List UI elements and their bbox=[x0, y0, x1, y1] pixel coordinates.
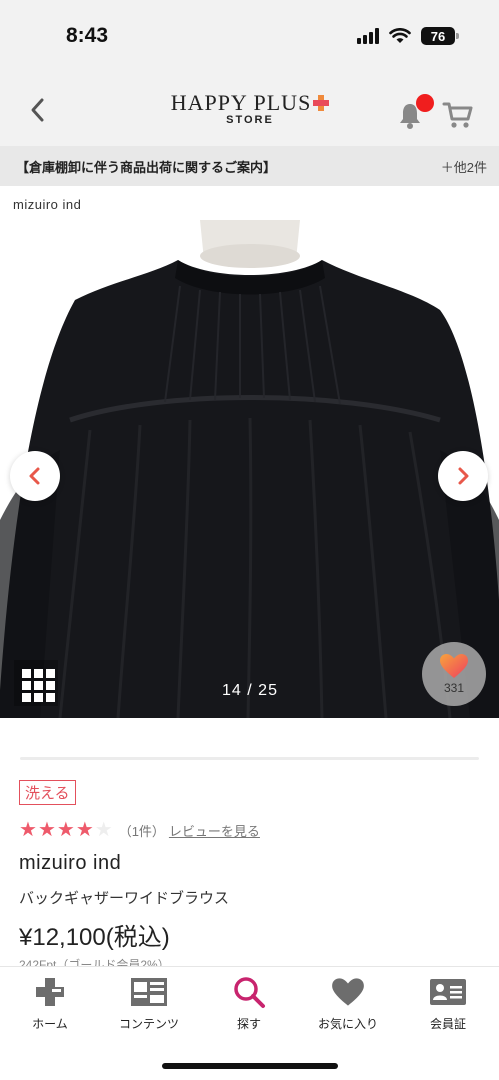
review-count: （1件） bbox=[118, 823, 165, 839]
status-icons: 76 bbox=[357, 27, 459, 45]
tab-favorites[interactable]: お気に入り bbox=[303, 975, 393, 1032]
chevron-left-icon bbox=[29, 467, 40, 485]
bottom-tab-bar: ホーム コンテンツ 探す お気に入り 会員証 bbox=[0, 966, 499, 1080]
star-filled-icon: ★ bbox=[75, 819, 94, 841]
status-bar: 8:43 76 bbox=[0, 0, 499, 76]
image-next-button[interactable] bbox=[438, 451, 488, 501]
store-logo[interactable]: HAPPY PLUS STORE bbox=[170, 90, 330, 126]
notice-more-link[interactable]: ＋他2件 bbox=[441, 157, 487, 176]
star-empty-icon: ★ bbox=[94, 819, 113, 841]
tab-member-card-label: 会員証 bbox=[429, 1017, 466, 1031]
favorite-count: 331 bbox=[443, 681, 465, 695]
app-header: HAPPY PLUS STORE bbox=[0, 76, 499, 146]
tab-home-label: ホーム bbox=[32, 1017, 68, 1031]
price: ¥12,100(税込) bbox=[19, 924, 170, 951]
home-indicator bbox=[162, 1063, 338, 1069]
cellular-signal-icon bbox=[357, 28, 379, 44]
logo-main-text: HAPPY PLUS bbox=[170, 90, 312, 115]
favorite-button[interactable]: 331 bbox=[422, 642, 486, 706]
notice-text: 【倉庫棚卸に伴う商品出荷に関するご案内】 bbox=[16, 159, 277, 175]
blouse-photo bbox=[0, 220, 499, 718]
search-icon bbox=[229, 975, 269, 1009]
notification-dot bbox=[416, 94, 434, 112]
tab-search-label: 探す bbox=[236, 1017, 261, 1031]
notice-banner[interactable]: 【倉庫棚卸に伴う商品出荷に関するご案内】 ＋他2件 bbox=[0, 146, 499, 186]
wifi-icon bbox=[389, 28, 411, 43]
tab-contents[interactable]: コンテンツ bbox=[104, 975, 194, 1032]
rating-stars: ★ ★ ★ ★ ★ bbox=[19, 820, 113, 840]
status-time: 8:43 bbox=[66, 24, 109, 47]
star-filled-icon: ★ bbox=[37, 819, 56, 841]
star-filled-icon: ★ bbox=[19, 819, 37, 841]
member-card-icon bbox=[428, 975, 468, 1009]
view-reviews-link[interactable]: レビューを見る bbox=[169, 821, 260, 840]
product-name: バックギャザーワイドブラウス bbox=[19, 890, 230, 907]
tab-favorites-label: お気に入り bbox=[317, 1017, 378, 1031]
logo-plus-icon bbox=[313, 95, 330, 111]
tab-member-card[interactable]: 会員証 bbox=[403, 975, 493, 1032]
points-info: 242Fpt（ゴールド会員2%） bbox=[19, 958, 170, 966]
image-counter: 14 / 25 bbox=[222, 682, 278, 699]
home-plus-icon bbox=[30, 975, 70, 1009]
cart-icon[interactable] bbox=[442, 100, 474, 130]
rating-row: ★ ★ ★ ★ ★ （1件） レビューを見る bbox=[19, 820, 260, 840]
product-image[interactable] bbox=[0, 220, 499, 718]
tab-search[interactable]: 探す bbox=[204, 975, 294, 1032]
brand-name[interactable]: mizuiro ind bbox=[19, 852, 121, 875]
divider bbox=[20, 757, 479, 760]
grid-view-icon[interactable] bbox=[14, 660, 58, 706]
heart-icon bbox=[328, 975, 368, 1009]
tab-contents-label: コンテンツ bbox=[118, 1017, 179, 1031]
chevron-right-icon bbox=[458, 467, 469, 485]
battery-icon: 76 bbox=[421, 27, 459, 45]
tab-home[interactable]: ホーム bbox=[5, 975, 95, 1032]
star-filled-icon: ★ bbox=[56, 819, 75, 841]
brand-label-top[interactable]: mizuiro ind bbox=[13, 197, 81, 212]
heart-icon bbox=[440, 654, 468, 678]
image-prev-button[interactable] bbox=[10, 451, 60, 501]
contents-icon bbox=[129, 975, 169, 1009]
washable-tag: 洗える bbox=[19, 780, 76, 805]
back-arrow-icon[interactable] bbox=[24, 94, 52, 126]
